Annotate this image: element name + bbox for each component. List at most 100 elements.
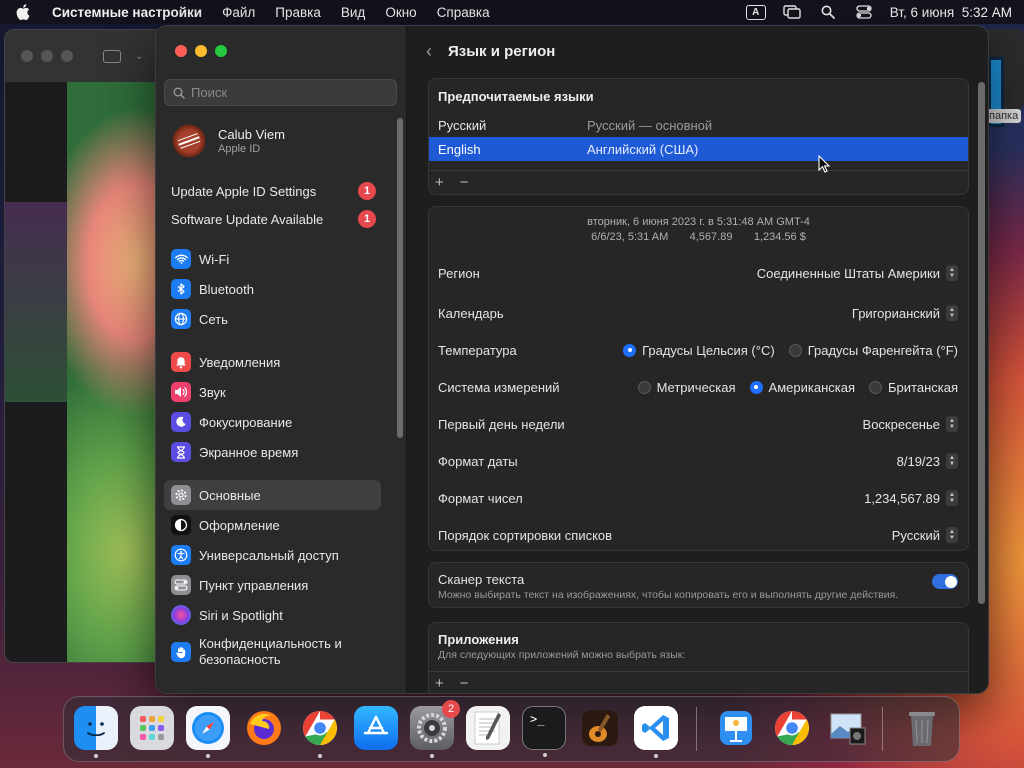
desktop-folder-label[interactable]: папка	[986, 109, 1022, 123]
uk-option[interactable]: Британская	[869, 380, 958, 395]
sort-order-popup[interactable]: Русский ▲ ▼	[892, 527, 958, 543]
language-row-russian[interactable]: Русский Русский — основной	[429, 113, 968, 137]
live-text-toggle[interactable]	[932, 574, 958, 589]
calendar-popup[interactable]: Григорианский ▲ ▼	[852, 305, 958, 321]
radio-button[interactable]	[788, 343, 802, 357]
mouse-cursor-icon	[818, 155, 830, 173]
terminal-icon[interactable]: >_	[522, 706, 566, 757]
number-format-popup[interactable]: 1,234,567.89 ▲ ▼	[864, 490, 958, 506]
sidebar-item-control-center[interactable]: Пункт управления	[164, 570, 381, 600]
radio-button[interactable]	[637, 380, 651, 394]
sidebar-item-siri-spotlight[interactable]: Siri и Spotlight	[164, 600, 381, 630]
alert-label: Software Update Available	[171, 211, 324, 227]
sidebar-group-notifications: Уведомления Звук Фокусирование Экранное …	[164, 347, 381, 467]
trash-icon[interactable]	[900, 706, 944, 750]
sidebar-item-network[interactable]: Сеть	[164, 304, 381, 334]
garageband-icon[interactable]	[578, 706, 622, 750]
app-add-remove-bar: + −	[429, 671, 968, 693]
launchpad-icon[interactable]	[130, 706, 174, 750]
remove-language-button[interactable]: −	[460, 174, 469, 191]
vscode-icon[interactable]	[634, 706, 678, 758]
sidebar-item-appearance[interactable]: Оформление	[164, 510, 381, 540]
finder-icon[interactable]	[74, 706, 118, 758]
menu-window[interactable]: Окно	[385, 5, 416, 20]
apple-id-row[interactable]: Calub Viem Apple ID	[170, 122, 285, 160]
search-field[interactable]	[164, 79, 397, 106]
control-center-icon[interactable]	[854, 4, 874, 20]
menu-edit[interactable]: Правка	[275, 5, 321, 20]
minimize-button[interactable]	[195, 45, 207, 57]
sidebar-toggle-icon	[103, 49, 121, 63]
firefox-icon[interactable]	[242, 706, 286, 750]
sidebar-item-bluetooth[interactable]: Bluetooth	[164, 274, 381, 304]
date-format-popup[interactable]: 8/19/23 ▲ ▼	[897, 453, 958, 469]
temperature-label: Температура	[438, 342, 517, 358]
background-window-right[interactable]	[984, 29, 1024, 127]
background-finder-window[interactable]: ⌄	[4, 29, 164, 663]
remove-app-button[interactable]: −	[460, 675, 469, 692]
menu-clock[interactable]: Вт, 6 июня 5:32 AM	[890, 5, 1012, 20]
chrome-icon[interactable]	[298, 706, 342, 758]
language-name: Русский	[438, 117, 487, 133]
back-chevron-icon[interactable]: ‹	[426, 41, 432, 62]
menu-help[interactable]: Справка	[437, 5, 490, 20]
window-controls	[175, 45, 227, 57]
live-text-title: Сканер текста	[438, 572, 525, 587]
sidebar-item-general[interactable]: Основные	[164, 480, 381, 510]
language-row-english[interactable]: English Английский (США)	[429, 137, 968, 161]
celsius-option[interactable]: Градусы Цельсия (°C)	[623, 343, 775, 358]
sidebar-item-privacy-security[interactable]: Конфиденциальность и безопасность	[164, 630, 381, 674]
search-input[interactable]	[191, 85, 381, 100]
content-scrollbar[interactable]	[978, 82, 985, 604]
language-name: English	[438, 141, 481, 157]
add-app-button[interactable]: +	[435, 675, 444, 692]
system-settings-dock-icon[interactable]: 2	[410, 700, 460, 758]
safari-icon[interactable]	[186, 706, 230, 758]
sidebar-item-wifi[interactable]: Wi-Fi	[164, 244, 381, 274]
fahrenheit-option[interactable]: Градусы Фаренгейта (°F)	[788, 343, 958, 358]
sidebar-item-accessibility[interactable]: Универсальный доступ	[164, 540, 381, 570]
sidebar-scrollbar[interactable]	[397, 118, 403, 438]
spotlight-search-icon[interactable]	[818, 4, 838, 20]
content-header: ‹ Язык и регион	[426, 41, 555, 62]
zoom-button[interactable]	[215, 45, 227, 57]
alert-update-apple-id[interactable]: Update Apple ID Settings 1	[171, 177, 376, 205]
avatar	[170, 122, 208, 160]
calendar-row: Календарь Григорианский ▲ ▼	[438, 303, 958, 323]
chrome-icon-2[interactable]	[770, 706, 814, 750]
radio-button-selected[interactable]	[749, 380, 763, 394]
sidebar-item-label: Оформление	[199, 517, 280, 533]
sidebar-item-screen-time[interactable]: Экранное время	[164, 437, 381, 467]
sidebar-item-notifications[interactable]: Уведомления	[164, 347, 381, 377]
menu-file[interactable]: Файл	[222, 5, 255, 20]
sidebar-item-label: Универсальный доступ	[199, 547, 339, 563]
language-detail: Английский (США)	[587, 141, 699, 157]
preview-icon[interactable]	[826, 706, 870, 750]
input-source-icon[interactable]: A	[745, 4, 766, 20]
first-day-row: Первый день недели Воскресенье ▲ ▼	[438, 414, 958, 434]
textedit-icon[interactable]	[466, 706, 510, 750]
radio-button-selected[interactable]	[623, 343, 637, 357]
screen-mirroring-icon[interactable]	[782, 4, 802, 20]
settings-sidebar: Calub Viem Apple ID Update Apple ID Sett…	[156, 26, 407, 693]
notification-badge: 1	[358, 210, 376, 228]
region-popup[interactable]: Соединенные Штаты Америки ▲ ▼	[757, 265, 958, 281]
menu-app-name[interactable]: Системные настройки	[52, 5, 202, 20]
sidebar-item-focus[interactable]: Фокусирование	[164, 407, 381, 437]
us-option[interactable]: Американская	[749, 380, 855, 395]
sidebar-item-sound[interactable]: Звук	[164, 377, 381, 407]
add-language-button[interactable]: +	[435, 174, 444, 191]
close-button[interactable]	[175, 45, 187, 57]
region-value: Соединенные Штаты Америки	[756, 265, 940, 281]
metric-option[interactable]: Метрическая	[637, 380, 736, 395]
date-format-row: Формат даты 8/19/23 ▲ ▼	[438, 451, 958, 471]
apple-menu-icon[interactable]	[16, 4, 32, 20]
first-day-popup[interactable]: Воскресенье ▲ ▼	[863, 416, 958, 432]
menu-view[interactable]: Вид	[341, 5, 365, 20]
app-store-icon[interactable]	[354, 706, 398, 750]
format-preview-line1: вторник, 6 июня 2023 г. в 5:31:48 AM GMT…	[587, 216, 810, 228]
radio-button[interactable]	[869, 380, 883, 394]
keynote-icon[interactable]	[714, 706, 758, 750]
alert-software-update[interactable]: Software Update Available 1	[171, 205, 376, 233]
measurement-radio-group: Метрическая Американская Британская	[637, 380, 958, 395]
